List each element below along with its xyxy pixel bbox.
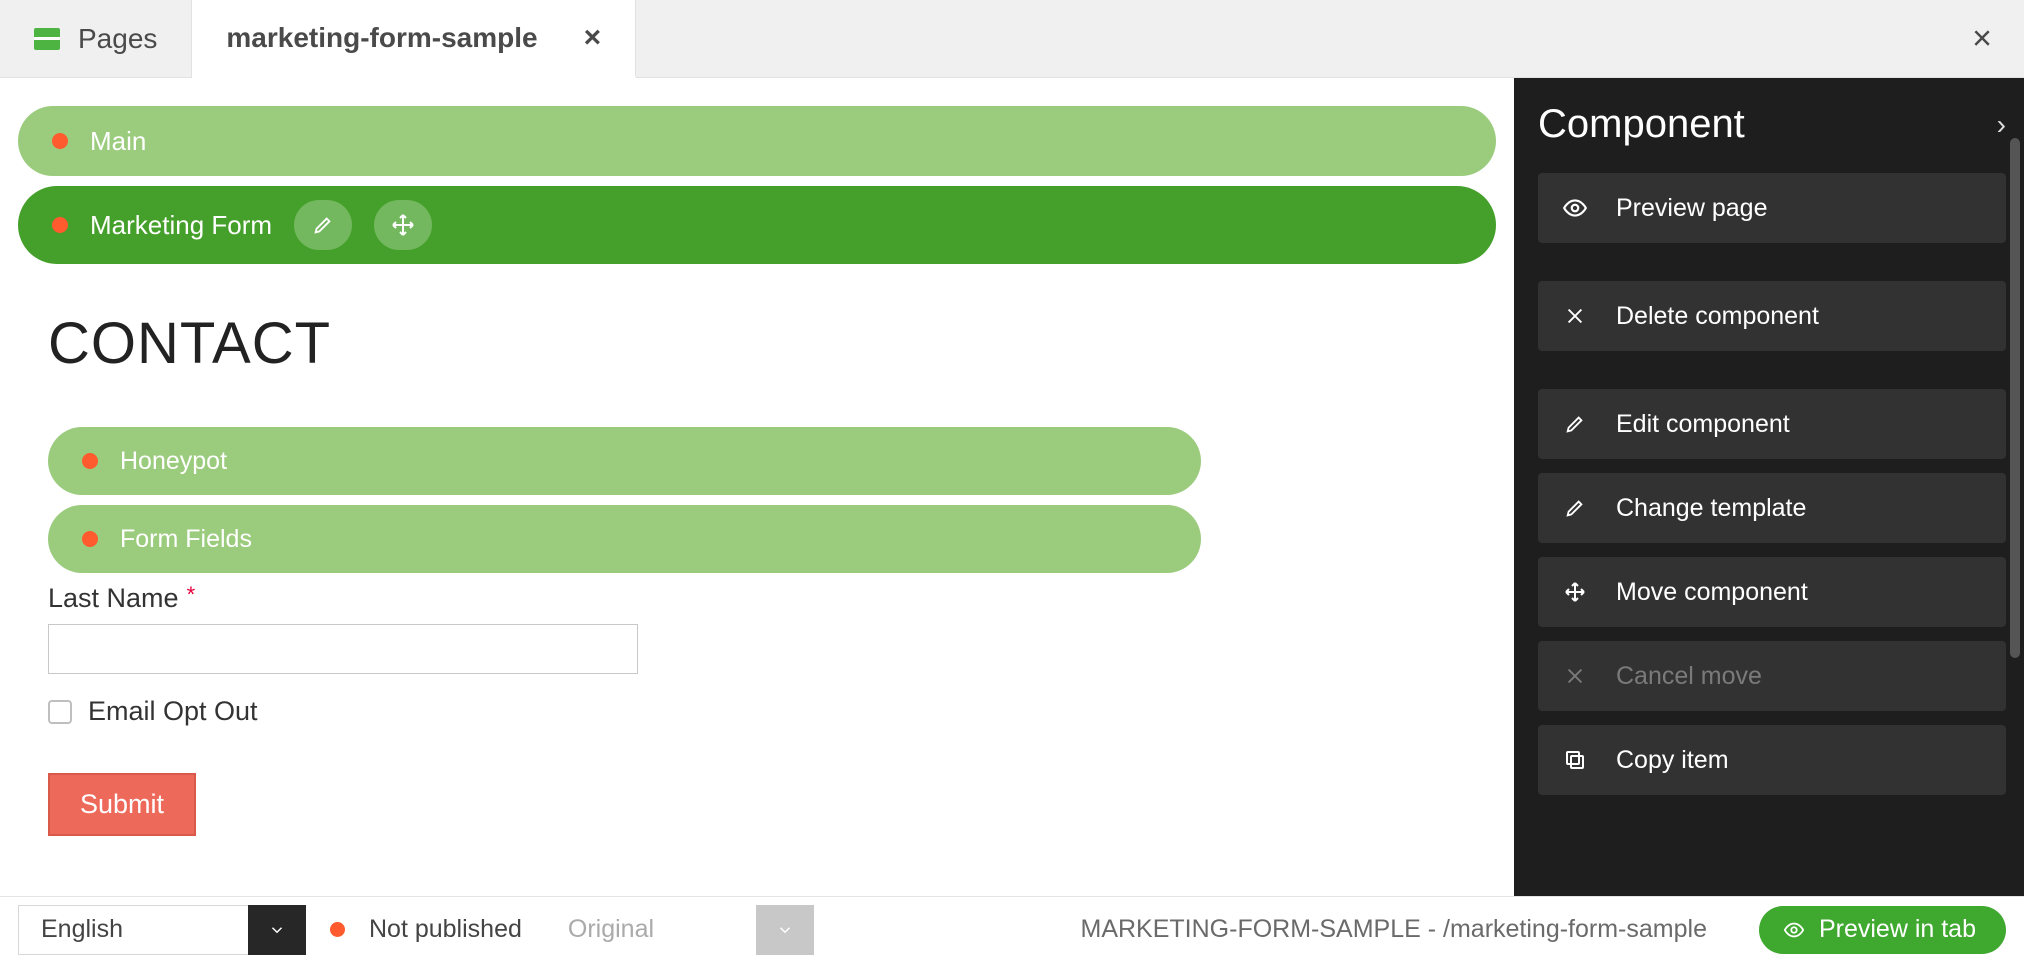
panel-title-row: Component › bbox=[1538, 102, 2006, 147]
optout-checkbox[interactable] bbox=[48, 700, 72, 724]
tab-pages[interactable]: Pages bbox=[0, 0, 192, 77]
status-dot-icon bbox=[82, 531, 98, 547]
component-honeypot-label: Honeypot bbox=[120, 447, 227, 476]
pages-icon bbox=[34, 28, 60, 50]
component-form-fields[interactable]: Form Fields bbox=[48, 505, 1201, 573]
page-heading: CONTACT bbox=[48, 310, 1496, 377]
component-marketing-form[interactable]: Marketing Form bbox=[18, 186, 1496, 264]
action-delete-component-label: Delete component bbox=[1616, 302, 1819, 331]
chevron-down-icon[interactable] bbox=[248, 905, 306, 955]
panel-actions: Preview page Delete component Edit compo… bbox=[1538, 173, 2006, 795]
action-copy-item-label: Copy item bbox=[1616, 746, 1729, 775]
action-move-component-label: Move component bbox=[1616, 578, 1808, 607]
status-dot-icon bbox=[52, 133, 68, 149]
language-label: English bbox=[18, 905, 248, 955]
status-dot-icon bbox=[330, 922, 345, 937]
action-cancel-move: Cancel move bbox=[1538, 641, 2006, 711]
work-area: Main Marketing Form CONTACT Honeypot For… bbox=[0, 78, 2024, 896]
eye-icon bbox=[1560, 195, 1590, 221]
action-preview-page-label: Preview page bbox=[1616, 194, 1767, 223]
page-path-sep: - bbox=[1421, 915, 1443, 943]
action-preview-page[interactable]: Preview page bbox=[1538, 173, 2006, 243]
page-path-upper: MARKETING-FORM-SAMPLE bbox=[1081, 915, 1421, 943]
original-select[interactable]: Original bbox=[546, 905, 814, 955]
publish-state: Not published bbox=[369, 915, 522, 944]
optout-row: Email Opt Out bbox=[48, 696, 1496, 727]
original-label: Original bbox=[546, 905, 756, 955]
preview-in-tab-label: Preview in tab bbox=[1819, 915, 1976, 944]
form-preview: Last Name * Email Opt Out Submit bbox=[48, 583, 1496, 836]
move-icon bbox=[1560, 580, 1590, 604]
action-cancel-move-label: Cancel move bbox=[1616, 662, 1762, 691]
page-path-slug: /marketing-form-sample bbox=[1443, 915, 1707, 943]
pencil-icon bbox=[1560, 413, 1590, 435]
sub-components: Honeypot Form Fields bbox=[48, 427, 1201, 573]
move-icon[interactable] bbox=[374, 200, 432, 250]
component-main[interactable]: Main bbox=[18, 106, 1496, 176]
canvas: Main Marketing Form CONTACT Honeypot For… bbox=[0, 78, 1514, 896]
copy-icon bbox=[1560, 748, 1590, 772]
panel-title: Component bbox=[1538, 102, 1745, 147]
tab-active-label: marketing-form-sample bbox=[226, 22, 537, 54]
status-dot-icon bbox=[82, 453, 98, 469]
action-edit-component[interactable]: Edit component bbox=[1538, 389, 2006, 459]
chevron-right-icon[interactable]: › bbox=[1997, 109, 2006, 141]
lastname-input[interactable] bbox=[48, 624, 638, 674]
pencil-icon bbox=[1560, 497, 1590, 519]
status-bar: English Not published Original MARKETING… bbox=[0, 896, 2024, 962]
submit-button[interactable]: Submit bbox=[48, 773, 196, 836]
tab-active[interactable]: marketing-form-sample × bbox=[192, 0, 636, 78]
tab-bar: Pages marketing-form-sample × × bbox=[0, 0, 2024, 78]
action-change-template[interactable]: Change template bbox=[1538, 473, 2006, 543]
edit-icon[interactable] bbox=[294, 200, 352, 250]
action-edit-component-label: Edit component bbox=[1616, 410, 1790, 439]
panel-scrollbar[interactable] bbox=[2010, 138, 2020, 658]
close-all-icon[interactable]: × bbox=[1972, 19, 1992, 58]
optout-label: Email Opt Out bbox=[88, 696, 258, 727]
preview-in-tab-button[interactable]: Preview in tab bbox=[1759, 906, 2006, 954]
chevron-down-icon[interactable] bbox=[756, 905, 814, 955]
lastname-label: Last Name * bbox=[48, 583, 195, 614]
component-form-fields-label: Form Fields bbox=[120, 525, 252, 554]
action-change-template-label: Change template bbox=[1616, 494, 1806, 523]
component-main-label: Main bbox=[90, 126, 146, 157]
component-marketing-form-label: Marketing Form bbox=[90, 210, 272, 241]
component-panel: Component › Preview page Delete componen… bbox=[1514, 78, 2024, 896]
action-move-component[interactable]: Move component bbox=[1538, 557, 2006, 627]
page-path: MARKETING-FORM-SAMPLE - /marketing-form-… bbox=[1081, 915, 1707, 944]
tab-pages-label: Pages bbox=[78, 23, 157, 55]
status-dot-icon bbox=[52, 217, 68, 233]
action-copy-item[interactable]: Copy item bbox=[1538, 725, 2006, 795]
close-icon[interactable]: × bbox=[584, 23, 602, 53]
component-honeypot[interactable]: Honeypot bbox=[48, 427, 1201, 495]
close-icon bbox=[1560, 665, 1590, 687]
language-select[interactable]: English bbox=[18, 905, 306, 955]
action-delete-component[interactable]: Delete component bbox=[1538, 281, 2006, 351]
close-icon bbox=[1560, 305, 1590, 327]
lastname-label-text: Last Name bbox=[48, 583, 179, 614]
required-mark: * bbox=[187, 582, 196, 608]
